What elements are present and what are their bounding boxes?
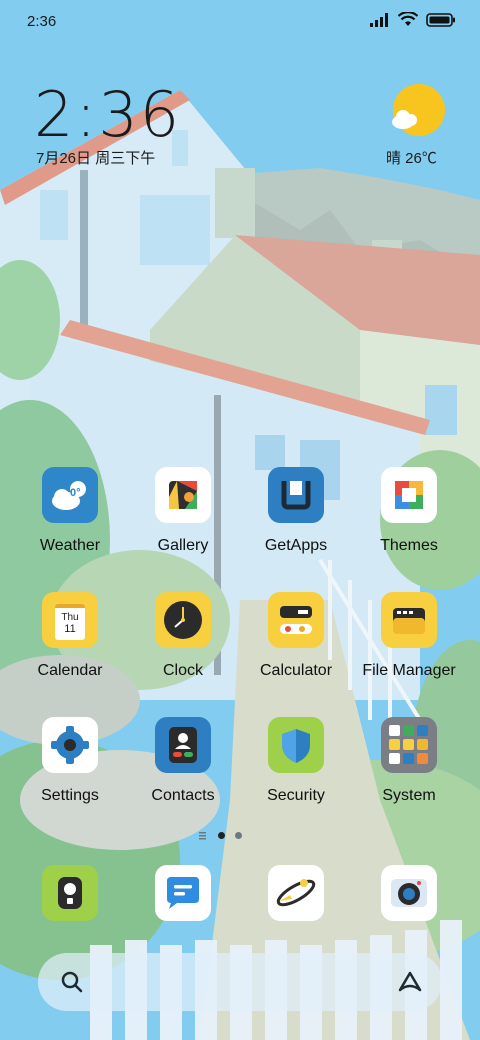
dock-phone[interactable] <box>14 865 126 921</box>
calculator-icon <box>268 592 324 648</box>
search-icon[interactable] <box>60 970 84 994</box>
app-label: Clock <box>162 662 203 679</box>
battery-icon <box>426 12 455 27</box>
app-label: GetApps <box>264 537 328 554</box>
signal-icon <box>370 12 388 27</box>
app-getapps[interactable]: GetApps <box>240 467 352 555</box>
messages-icon <box>155 865 211 921</box>
app-system[interactable]: System <box>353 717 465 805</box>
app-contacts[interactable]: Contacts <box>127 717 239 805</box>
contacts-icon <box>155 717 211 773</box>
app-gallery[interactable]: Gallery <box>127 467 239 555</box>
app-label: System <box>382 787 436 804</box>
app-label: Security <box>267 787 325 804</box>
page-dot[interactable] <box>235 831 242 839</box>
themes-icon <box>381 467 437 523</box>
clock-widget-time[interactable]: 2:36 <box>34 78 181 151</box>
calendar-day: Thu <box>61 612 79 623</box>
app-label: Contacts <box>151 787 215 804</box>
app-themes[interactable]: Themes <box>353 467 465 555</box>
calendar-date: 11 <box>64 623 76 635</box>
app-label: Themes <box>380 537 438 554</box>
file-manager-icon <box>381 592 437 648</box>
weather-widget-text[interactable]: 晴 26℃ <box>386 147 437 168</box>
app-label: Calendar <box>37 662 103 679</box>
security-shield-icon <box>268 717 324 773</box>
app-label: Calculator <box>259 662 333 679</box>
clock-widget-date[interactable]: 7月26日 周三下午 <box>36 147 155 168</box>
system-folder-icon <box>381 717 437 773</box>
dock-messages[interactable] <box>127 865 239 921</box>
search-bar[interactable] <box>38 953 442 1011</box>
app-security[interactable]: Security <box>240 717 352 805</box>
getapps-icon <box>268 467 324 523</box>
phone-icon <box>42 865 98 921</box>
dock-browser[interactable] <box>240 865 352 921</box>
app-label: File Manager <box>362 662 456 679</box>
gallery-icon <box>155 467 211 523</box>
app-file-manager[interactable]: File Manager <box>353 592 465 680</box>
clock-icon <box>155 592 211 648</box>
app-label: Settings <box>41 787 99 804</box>
app-label: Gallery <box>157 537 209 554</box>
partly-sunny-icon[interactable] <box>391 84 445 138</box>
wifi-icon <box>398 12 418 26</box>
weather-badge: 0° <box>70 487 81 499</box>
app-calculator[interactable]: Calculator <box>240 592 352 680</box>
browser-icon <box>268 865 324 921</box>
settings-gear-icon <box>42 717 98 773</box>
dock-camera[interactable] <box>353 865 465 921</box>
page-indicator[interactable] <box>198 830 242 840</box>
calendar-icon: Thu 11 <box>42 592 98 648</box>
app-label: Weather <box>39 537 101 554</box>
app-weather[interactable]: 0° Weather <box>14 467 126 555</box>
weather-icon: 0° <box>42 467 98 523</box>
camera-icon <box>381 865 437 921</box>
app-settings[interactable]: Settings <box>14 717 126 805</box>
feed-page-icon[interactable] <box>198 830 208 840</box>
app-calendar[interactable]: Thu 11 Calendar <box>14 592 126 680</box>
status-time: 2:36 <box>27 13 57 30</box>
app-clock[interactable]: Clock <box>127 592 239 680</box>
page-dot-active[interactable] <box>218 831 225 839</box>
assistant-icon[interactable] <box>396 968 424 996</box>
status-icons <box>370 12 456 27</box>
status-bar: 2:36 <box>0 0 480 44</box>
